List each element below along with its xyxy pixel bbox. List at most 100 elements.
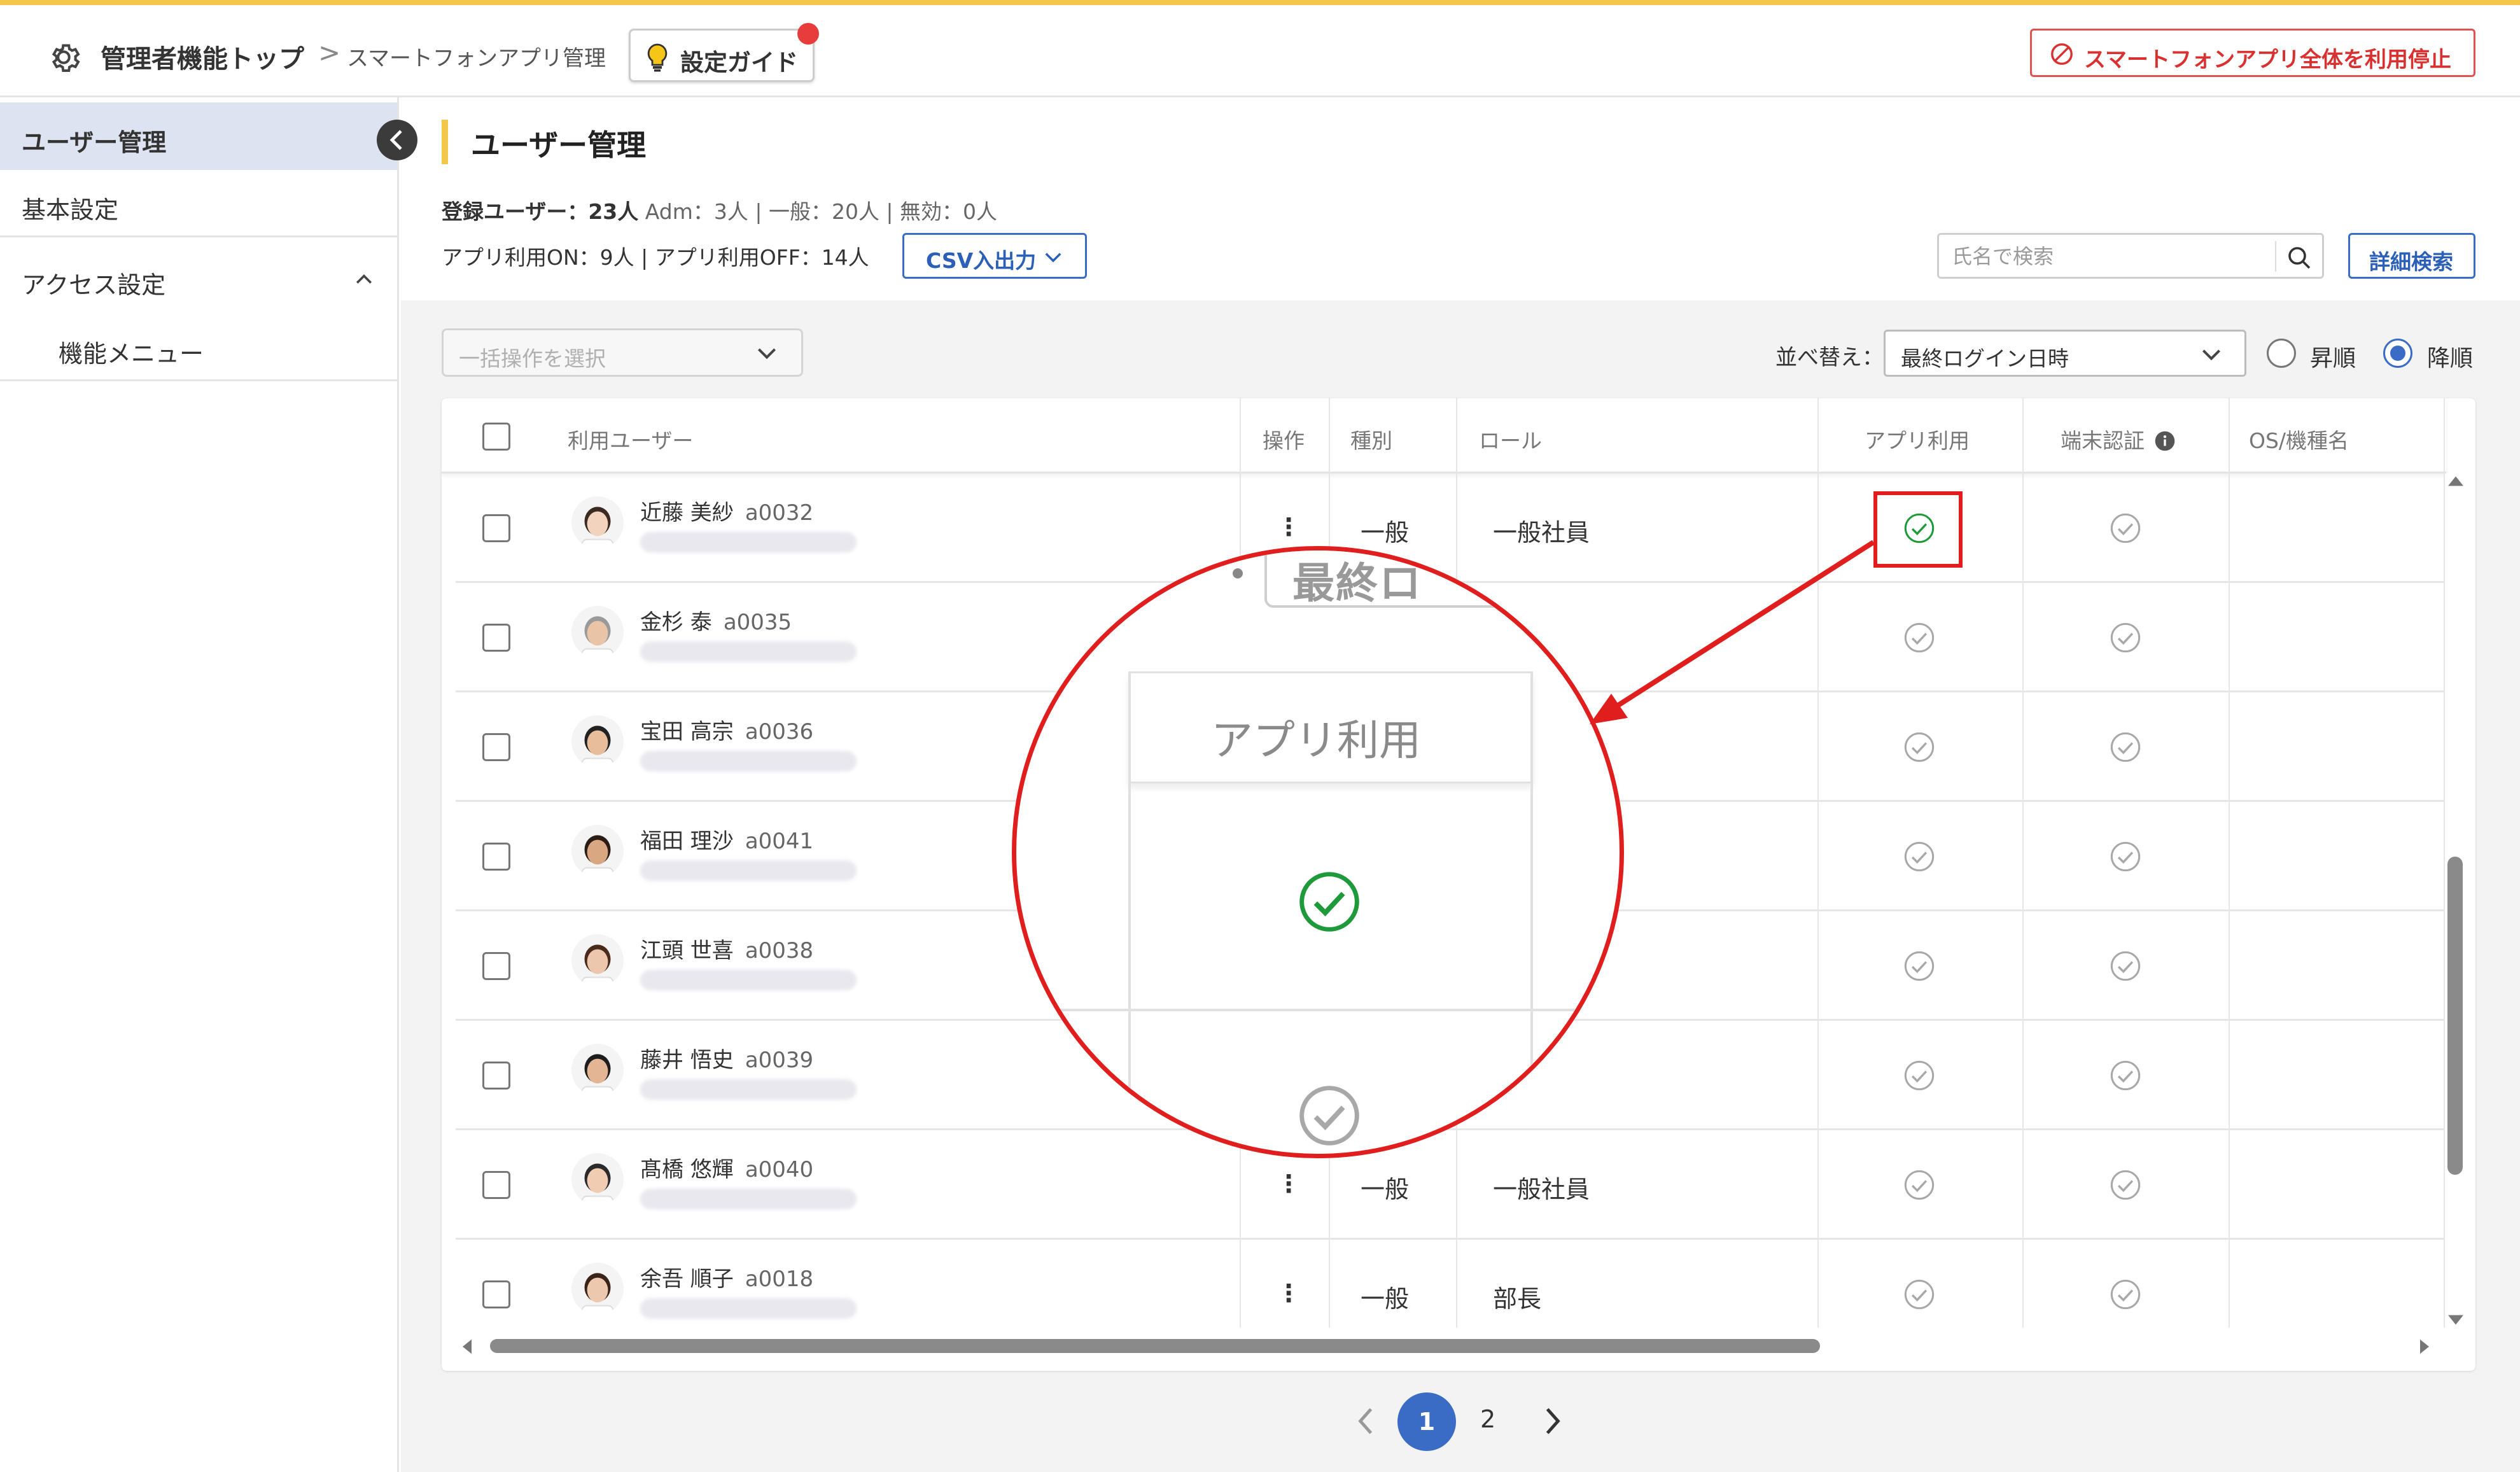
avatar <box>571 715 624 768</box>
col-device-auth[interactable]: 端末認証 <box>2061 424 2176 454</box>
vertical-scroll-thumb[interactable] <box>2447 857 2463 1175</box>
scroll-down-arrow-icon[interactable] <box>2446 1312 2465 1328</box>
order-asc-radio[interactable] <box>2267 339 2296 368</box>
order-desc-label: 降順 <box>2427 346 2474 372</box>
col-app-usage[interactable]: アプリ利用 <box>1865 424 1970 454</box>
row-checkbox[interactable] <box>482 952 510 980</box>
sort-value: 最終ログイン日時 <box>1901 346 2069 371</box>
app-usage-highlight-box <box>1873 491 1963 568</box>
user-email-blurred <box>640 1189 857 1209</box>
sort-label: 並べ替え： <box>1775 345 1884 370</box>
app-usage-off-icon <box>1904 951 1935 981</box>
app-header: 管理者機能トップ > スマートフォンアプリ管理 設定ガイド スマートフォンアプリ… <box>0 5 2520 97</box>
sidebar-item-label: 基本設定 <box>22 196 119 224</box>
prev-page-icon[interactable] <box>1353 1405 1378 1437</box>
row-checkbox[interactable] <box>482 1280 510 1308</box>
sidebar-item-access-settings[interactable]: アクセス設定 <box>0 245 397 312</box>
sidebar-item-basic-settings[interactable]: 基本設定 <box>0 170 397 237</box>
user-name[interactable]: 福田 理沙 a0041 <box>640 824 813 855</box>
app-usage-off-icon <box>1904 1170 1935 1200</box>
user-role: 一般社員 <box>1493 1175 1590 1203</box>
app-usage-off-icon <box>1904 622 1935 653</box>
column-divider <box>2022 398 2024 1328</box>
sidebar-item-user-management[interactable]: ユーザー管理 <box>0 102 397 170</box>
user-role: 部長 <box>1493 1285 1542 1313</box>
search-input[interactable] <box>1952 242 2270 270</box>
row-checkbox[interactable] <box>482 1171 510 1199</box>
col-device-auth-label: 端末認証 <box>2061 428 2145 453</box>
zoom-fragment-dot <box>1233 568 1243 578</box>
info-icon[interactable] <box>2154 430 2176 452</box>
row-actions-kebab-icon[interactable]: ⋮ <box>1277 1170 1301 1198</box>
user-role: 一般社員 <box>1493 519 1590 547</box>
row-checkbox[interactable] <box>482 1062 510 1090</box>
zoom-column-label: アプリ利用 <box>1211 716 1421 765</box>
check-circle-off-icon <box>1299 1086 1359 1146</box>
sidebar-collapse-button[interactable] <box>377 120 417 160</box>
select-all-checkbox[interactable] <box>482 423 510 451</box>
sidebar-item-label: 機能メニュー <box>59 340 204 368</box>
user-code: a0032 <box>745 500 814 526</box>
device-auth-check-icon <box>2110 1279 2141 1310</box>
zoom-fragment-label: 最終ロ <box>1292 559 1422 608</box>
user-name[interactable]: 宝田 高宗 a0036 <box>640 714 813 745</box>
row-actions-kebab-icon[interactable]: ⋮ <box>1277 513 1301 541</box>
user-name-text: 江頭 世喜 <box>640 938 734 964</box>
ban-icon <box>2051 43 2073 65</box>
row-checkbox[interactable] <box>482 624 510 652</box>
row-actions-kebab-icon[interactable]: ⋮ <box>1277 1279 1301 1307</box>
csv-io-button[interactable]: CSV入出力 <box>902 233 1087 279</box>
col-role[interactable]: ロール <box>1479 424 1542 454</box>
user-code: a0035 <box>723 610 792 635</box>
user-name-text: 髙橋 悠輝 <box>640 1157 734 1182</box>
gear-icon[interactable] <box>45 38 83 76</box>
device-auth-check-icon <box>2110 1170 2141 1200</box>
sort-select[interactable]: 最終ログイン日時 <box>1884 330 2246 377</box>
user-type: 一般 <box>1361 1175 1410 1203</box>
user-name-text: 近藤 美紗 <box>640 500 734 526</box>
user-name[interactable]: 藤井 悟史 a0039 <box>640 1042 813 1074</box>
advanced-search-button[interactable]: 詳細検索 <box>2348 233 2475 279</box>
row-checkbox[interactable] <box>482 843 510 871</box>
advanced-search-label: 詳細検索 <box>2369 249 2453 274</box>
bulk-action-select[interactable]: 一括操作を選択 <box>442 328 803 377</box>
scroll-up-arrow-icon[interactable] <box>2446 473 2465 489</box>
horizontal-scroll-thumb[interactable] <box>490 1339 1820 1353</box>
col-os-model[interactable]: OS/機種名 <box>2249 424 2349 454</box>
user-name[interactable]: 江頭 世喜 a0038 <box>640 933 813 964</box>
chevron-left-icon <box>389 130 402 150</box>
avatar <box>571 496 624 549</box>
breadcrumb-admin-top[interactable]: 管理者機能トップ <box>101 38 304 75</box>
row-checkbox[interactable] <box>482 514 510 542</box>
sidebar: ユーザー管理 基本設定 アクセス設定 機能メニュー <box>0 97 399 1472</box>
row-checkbox[interactable] <box>482 733 510 761</box>
page-1-button[interactable]: 1 <box>1397 1392 1456 1451</box>
app-usage-stats: アプリ利用ON：9人 | アプリ利用OFF：14人 <box>442 245 869 270</box>
next-page-icon[interactable] <box>1540 1405 1565 1437</box>
scroll-right-arrow-icon[interactable] <box>2417 1338 2432 1356</box>
user-name[interactable]: 金杉 泰 a0035 <box>640 605 792 636</box>
user-name[interactable]: 近藤 美紗 a0032 <box>640 495 813 526</box>
col-user[interactable]: 利用ユーザー <box>568 424 693 454</box>
user-name[interactable]: 髙橋 悠輝 a0040 <box>640 1152 813 1183</box>
chevron-down-icon <box>1045 253 1061 263</box>
table-row[interactable]: 髙橋 悠輝 a0040 ⋮ 一般 一般社員 <box>456 1130 2445 1240</box>
user-email-blurred <box>640 860 857 881</box>
notification-dot <box>797 23 819 45</box>
scroll-left-arrow-icon[interactable] <box>459 1338 475 1356</box>
order-desc-radio[interactable] <box>2383 339 2412 368</box>
user-name-text: 金杉 泰 <box>640 610 712 635</box>
user-type: 一般 <box>1361 1285 1410 1313</box>
setup-guide-button[interactable]: 設定ガイド <box>629 23 819 82</box>
sidebar-item-label: アクセス設定 <box>22 271 166 299</box>
user-code: a0041 <box>745 829 814 854</box>
user-name-text: 福田 理沙 <box>640 829 734 854</box>
user-name[interactable]: 余吾 順子 a0018 <box>640 1261 813 1293</box>
search-icon[interactable] <box>2286 245 2312 270</box>
col-type[interactable]: 種別 <box>1350 424 1392 454</box>
stop-all-app-button[interactable]: スマートフォンアプリ全体を利用停止 <box>2030 29 2475 77</box>
sidebar-item-function-menu[interactable]: 機能メニュー <box>0 314 397 381</box>
search-divider <box>2275 241 2276 272</box>
chevron-down-icon <box>2202 349 2221 361</box>
page-2-button[interactable]: 2 <box>1480 1405 1495 1433</box>
